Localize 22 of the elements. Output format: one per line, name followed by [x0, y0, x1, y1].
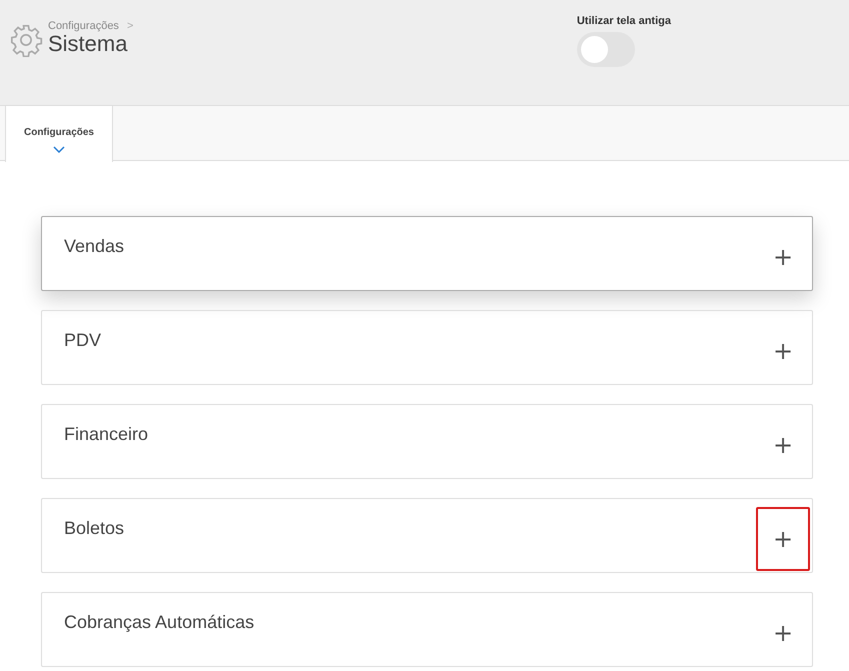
- expand-button[interactable]: +: [756, 600, 810, 664]
- expand-button[interactable]: +: [756, 506, 810, 570]
- toggle-label: Utilizar tela antiga: [576, 15, 671, 27]
- settings-icon: [9, 23, 43, 57]
- expand-button[interactable]: +: [756, 224, 810, 288]
- section-title: Financeiro: [64, 424, 148, 445]
- section-title: Boletos: [64, 518, 124, 539]
- chevron-down-icon: [53, 146, 65, 153]
- page-title: Sistema: [48, 31, 128, 57]
- accordion-panel[interactable]: PDV +: [41, 310, 813, 385]
- section-title: Cobranças Automáticas: [64, 612, 254, 633]
- toggle-switch[interactable]: [576, 32, 635, 67]
- expand-button[interactable]: +: [756, 412, 810, 476]
- breadcrumb-separator: >: [126, 20, 134, 32]
- accordion-panel[interactable]: Financeiro +: [41, 404, 813, 479]
- expand-button[interactable]: +: [756, 318, 810, 382]
- accordion-panel[interactable]: Vendas +: [41, 216, 813, 291]
- tab[interactable]: Configurações: [5, 106, 113, 162]
- section-title: Vendas: [64, 236, 124, 257]
- section-title: PDV: [64, 330, 102, 351]
- accordion-panel[interactable]: Boletos +: [41, 498, 813, 573]
- accordion-panel[interactable]: Cobranças Automáticas +: [41, 592, 813, 667]
